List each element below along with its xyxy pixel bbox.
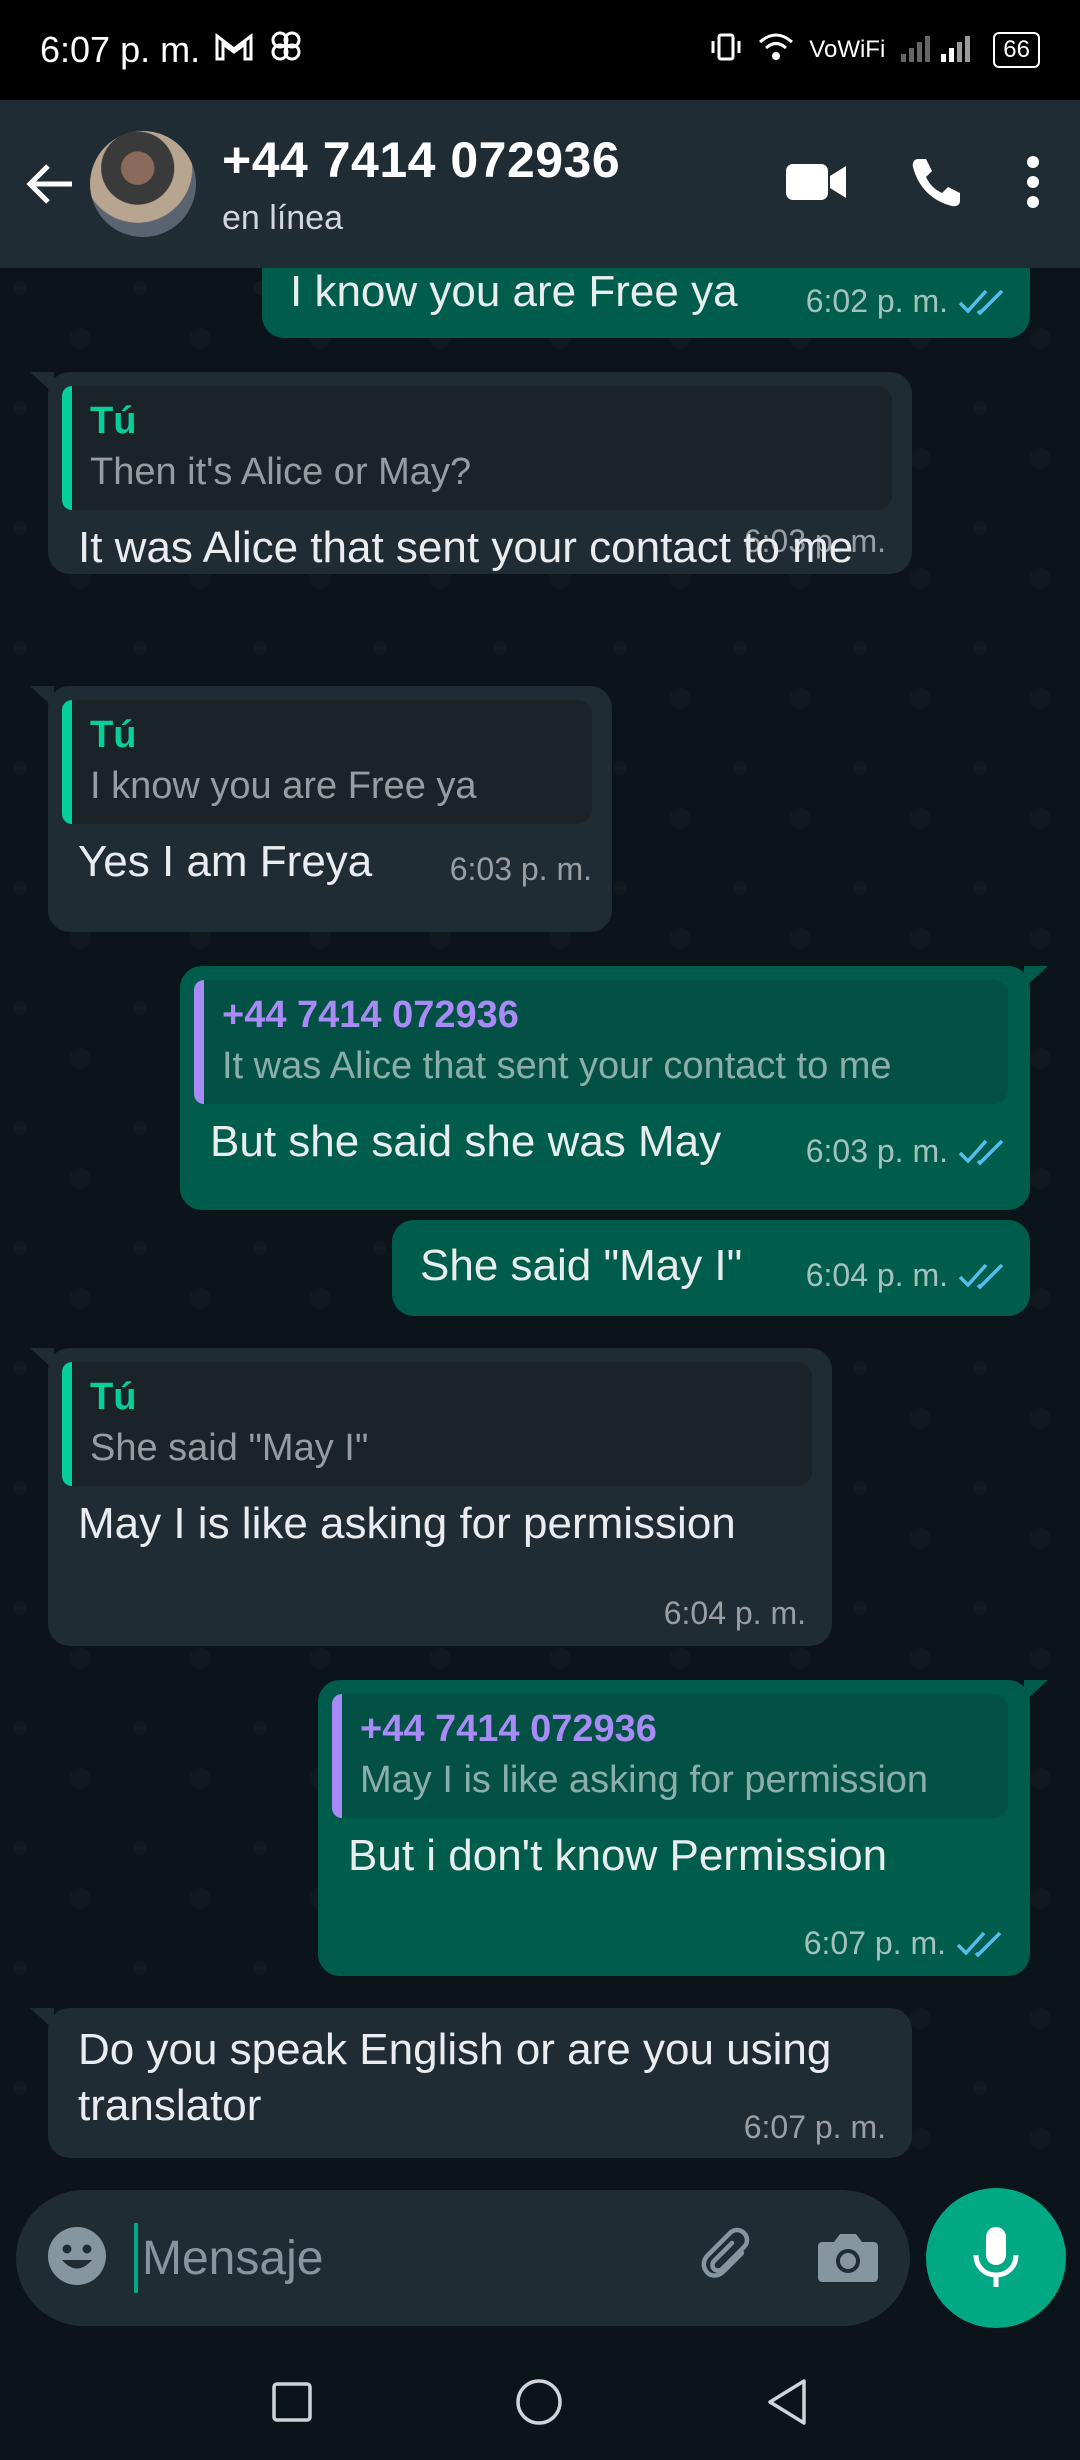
message-text: May I is like asking for permission bbox=[78, 1499, 736, 1548]
message-time: 6:02 p. m. bbox=[805, 283, 948, 319]
quote-author: Tú bbox=[90, 714, 137, 756]
message-time: 6:03 p. m. bbox=[805, 1133, 948, 1169]
camera-icon bbox=[818, 2233, 878, 2282]
message-text: She said "May I" bbox=[420, 1241, 743, 1290]
message-outgoing[interactable]: She said "May I" 6:04 p. m. bbox=[392, 1220, 1030, 1316]
contact-name: +44 7414 072936 bbox=[222, 131, 621, 188]
text-cursor bbox=[134, 2223, 138, 2293]
message-incoming[interactable]: Tú I know you are Free ya Yes I am Freya… bbox=[30, 686, 612, 932]
attach-button[interactable] bbox=[698, 2225, 760, 2292]
double-check-icon bbox=[958, 1263, 1004, 1289]
voice-record-button[interactable] bbox=[926, 2188, 1066, 2328]
quote-author: Tú bbox=[90, 400, 137, 442]
status-time: 6:07 p. m. bbox=[40, 29, 201, 70]
video-call-button[interactable] bbox=[784, 160, 848, 209]
battery-indicator: 66 bbox=[993, 32, 1040, 68]
message-text: Yes I am Freya bbox=[78, 837, 373, 886]
message-outgoing[interactable]: +44 7414 072936 May I is like asking for… bbox=[318, 1680, 1048, 1976]
quoted-message[interactable]: +44 7414 072936 It was Alice that sent y… bbox=[194, 980, 1008, 1104]
quote-author: +44 7414 072936 bbox=[222, 994, 519, 1036]
message-incoming[interactable]: Tú She said "May I" May I is like asking… bbox=[30, 1348, 832, 1646]
system-nav-bar bbox=[0, 2348, 1080, 2460]
more-options-button[interactable] bbox=[1026, 155, 1040, 213]
quote-text: It was Alice that sent your contact to m… bbox=[222, 1045, 892, 1087]
message-input[interactable]: Mensaje bbox=[16, 2190, 910, 2326]
message-time: 6:04 p. m. bbox=[663, 1595, 806, 1631]
quote-text: I know you are Free ya bbox=[90, 765, 477, 807]
message-text: It was Alice that sent your contact to m… bbox=[78, 523, 854, 572]
voice-call-button[interactable] bbox=[910, 155, 964, 214]
message-placeholder: Mensaje bbox=[142, 2231, 324, 2285]
vibrate-icon bbox=[709, 30, 743, 71]
emoji-icon bbox=[48, 2226, 106, 2285]
quote-text: Then it's Alice or May? bbox=[90, 451, 472, 493]
message-time: 6:03 p. m. bbox=[743, 523, 886, 559]
message-time: 6:04 p. m. bbox=[805, 1257, 948, 1293]
signal-icon bbox=[899, 32, 979, 69]
message-incoming[interactable]: Tú Then it's Alice or May? It was Alice … bbox=[30, 372, 912, 574]
double-check-icon bbox=[956, 1931, 1002, 1957]
triangle-back-icon bbox=[768, 2378, 806, 2425]
more-vertical-icon bbox=[1027, 155, 1039, 208]
quote-author: +44 7414 072936 bbox=[360, 1708, 657, 1750]
message-outgoing[interactable]: I know you are Free ya 6:02 p. m. bbox=[262, 268, 1030, 338]
back-button[interactable] bbox=[10, 160, 90, 208]
message-time: 6:03 p. m. bbox=[449, 851, 592, 887]
wifi-icon bbox=[757, 32, 795, 69]
camera-button[interactable] bbox=[816, 2228, 880, 2289]
contact-info[interactable]: +44 7414 072936 en línea bbox=[222, 131, 620, 238]
arrow-left-icon bbox=[26, 164, 72, 204]
quoted-message[interactable]: +44 7414 072936 May I is like asking for… bbox=[332, 1694, 1008, 1818]
quote-text: May I is like asking for permission bbox=[360, 1759, 929, 1801]
paperclip-icon bbox=[701, 2227, 750, 2278]
message-outgoing[interactable]: +44 7414 072936 It was Alice that sent y… bbox=[180, 966, 1048, 1210]
contact-status: en línea bbox=[222, 198, 343, 237]
message-time: 6:07 p. m. bbox=[803, 1925, 946, 1961]
gmail-icon bbox=[214, 29, 254, 71]
app-notification-icon bbox=[268, 28, 304, 73]
message-text: But she said she was May bbox=[210, 1117, 722, 1166]
microphone-icon bbox=[973, 2227, 1019, 2287]
quote-text: She said "May I" bbox=[90, 1427, 369, 1469]
quoted-message[interactable]: Tú She said "May I" bbox=[62, 1362, 812, 1486]
phone-icon bbox=[912, 158, 960, 206]
avatar[interactable] bbox=[90, 131, 196, 237]
quoted-message[interactable]: Tú Then it's Alice or May? bbox=[62, 386, 892, 510]
message-time: 6:07 p. m. bbox=[743, 2109, 886, 2145]
video-camera-icon bbox=[786, 163, 846, 200]
emoji-button[interactable] bbox=[46, 2225, 108, 2292]
double-check-icon bbox=[958, 289, 1004, 315]
status-bar: 6:07 p. m. VoWiFi 66 bbox=[0, 0, 1080, 100]
quote-author: Tú bbox=[90, 1376, 137, 1418]
circle-icon bbox=[516, 2378, 562, 2425]
chat-header: +44 7414 072936 en línea bbox=[0, 100, 1080, 268]
message-text: I know you are Free ya bbox=[290, 268, 738, 316]
square-icon bbox=[272, 2381, 312, 2422]
quoted-message[interactable]: Tú I know you are Free ya bbox=[62, 700, 592, 824]
recents-button[interactable] bbox=[270, 2380, 314, 2429]
double-check-icon bbox=[958, 1139, 1004, 1165]
message-text: But i don't know Permission bbox=[348, 1831, 888, 1880]
message-list[interactable]: I know you are Free ya 6:02 p. m. Tú The… bbox=[0, 268, 1080, 2188]
network-label: VoWiFi bbox=[809, 36, 886, 63]
back-nav-button[interactable] bbox=[764, 2377, 810, 2432]
message-incoming[interactable]: Do you speak English or are you using tr… bbox=[30, 2008, 912, 2158]
home-button[interactable] bbox=[514, 2377, 564, 2432]
